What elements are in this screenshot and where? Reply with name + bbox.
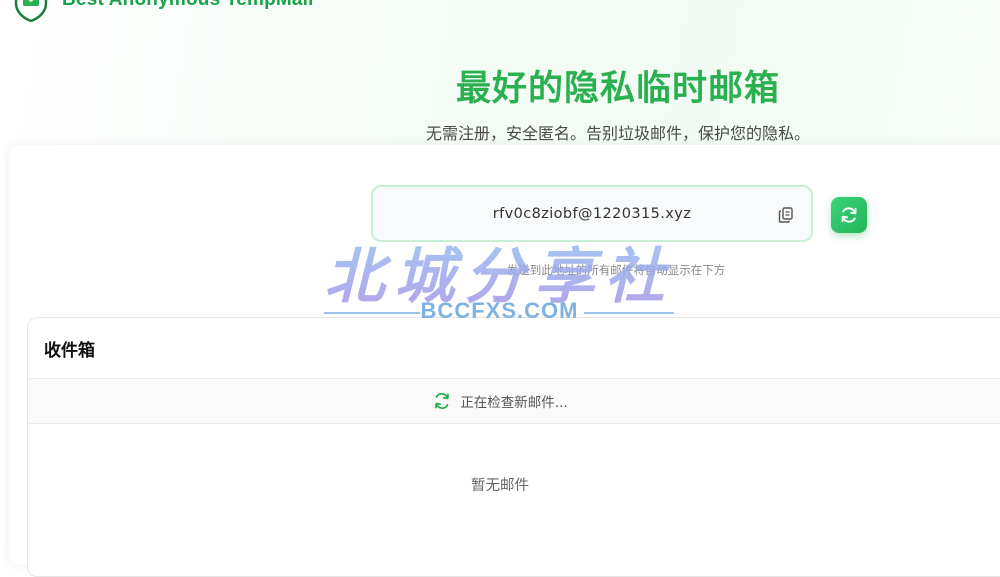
- inbox-status-bar: 正在检查新邮件...: [28, 379, 1000, 424]
- inbox-header: 收件箱: [28, 318, 1000, 379]
- inbox-panel: 收件箱 正在检查新邮件... 暂无邮件: [27, 317, 1000, 577]
- email-address-box[interactable]: rfv0c8ziobf@1220315.xyz: [371, 185, 813, 242]
- refresh-email-button[interactable]: [831, 197, 867, 233]
- inbox-empty-message: 暂无邮件: [471, 478, 529, 494]
- email-address[interactable]: rfv0c8ziobf@1220315.xyz: [493, 206, 692, 222]
- copy-icon[interactable]: [777, 206, 795, 224]
- inbox-status-text: 正在检查新邮件...: [460, 395, 568, 411]
- shield-mail-icon: [14, 0, 48, 22]
- sync-icon: [435, 392, 450, 410]
- page-title: 最好的隐私临时邮箱: [455, 69, 780, 109]
- email-hint: 发送到此地址的所有邮件将自动显示在下方: [506, 263, 726, 277]
- refresh-icon: [841, 207, 857, 223]
- page-subtitle: 无需注册，安全匿名。告别垃圾邮件，保护您的隐私。: [425, 124, 810, 143]
- inbox-title: 收件箱: [44, 340, 95, 361]
- brand[interactable]: Best Anonymous TempMail: [14, 0, 314, 22]
- brand-name: Best Anonymous TempMail: [62, 0, 314, 11]
